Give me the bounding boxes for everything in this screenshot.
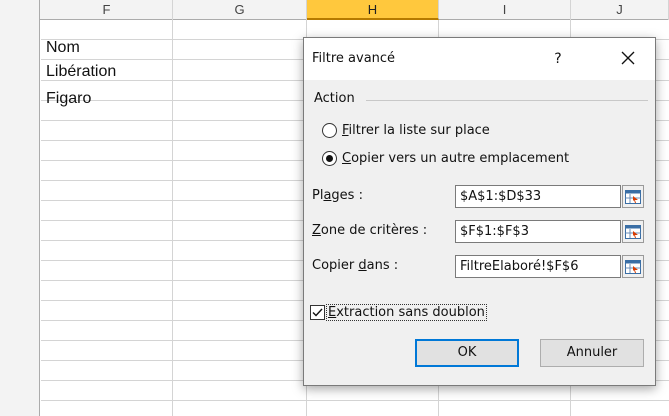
radio-filter-in-place-label: Filtrer la liste sur place: [342, 122, 490, 138]
unique-records-checkbox-row[interactable]: Extraction sans doublon: [310, 302, 487, 322]
close-button[interactable]: [614, 44, 642, 72]
list-range-label: Plages :: [312, 188, 363, 203]
select-all-corner[interactable]: [0, 0, 40, 20]
ok-button[interactable]: OK: [415, 339, 519, 367]
column-header-g[interactable]: G: [173, 0, 307, 20]
gridline: [41, 400, 669, 401]
unique-records-label: Extraction sans doublon: [326, 303, 487, 321]
copy-to-collapse-button[interactable]: [622, 255, 644, 278]
range-select-icon: [625, 224, 641, 239]
copy-to-label: Copier dans :: [312, 258, 399, 273]
criteria-range-label: Zone de critères :: [312, 223, 428, 238]
dialog-titlebar[interactable]: Filtre avancé ?: [304, 38, 655, 80]
section-divider: [366, 100, 648, 101]
dialog-title: Filtre avancé: [312, 51, 396, 66]
cancel-button[interactable]: Annuler: [540, 339, 644, 367]
column-header-h[interactable]: H: [307, 0, 439, 20]
radio-copy-elsewhere-control[interactable]: [322, 150, 337, 166]
checkmark-icon: [312, 308, 323, 317]
radio-filter-in-place[interactable]: Filtrer la liste sur place: [322, 120, 490, 140]
unique-records-checkbox[interactable]: [310, 304, 325, 320]
column-header-i[interactable]: I: [439, 0, 571, 20]
range-select-icon: [625, 189, 641, 204]
list-range-collapse-button[interactable]: [622, 185, 644, 208]
advanced-filter-dialog: Filtre avancé ? Action Filtrer la liste …: [303, 37, 656, 386]
copy-to-input[interactable]: FiltreElaboré!$F$6: [455, 255, 621, 278]
list-range-input[interactable]: $A$1:$D$33: [455, 185, 621, 208]
help-button[interactable]: ?: [548, 48, 568, 70]
row-header-strip[interactable]: [0, 20, 40, 416]
radio-filter-in-place-control[interactable]: [322, 122, 337, 138]
cell-f2[interactable]: Libération: [46, 62, 116, 82]
column-header-bar: F G H I J: [0, 0, 669, 20]
criteria-range-input[interactable]: $F$1:$F$3: [455, 220, 621, 243]
criteria-range-collapse-button[interactable]: [622, 220, 644, 243]
radio-copy-elsewhere[interactable]: Copier vers un autre emplacement: [322, 148, 569, 168]
range-select-icon: [625, 259, 641, 274]
close-icon: [621, 51, 635, 65]
column-header-j[interactable]: J: [571, 0, 669, 20]
cell-f3[interactable]: Figaro: [46, 89, 91, 109]
cell-f1[interactable]: Nom: [46, 38, 80, 58]
action-section-label: Action: [314, 91, 355, 106]
radio-copy-elsewhere-label: Copier vers un autre emplacement: [342, 150, 570, 166]
column-header-f[interactable]: F: [41, 0, 173, 20]
